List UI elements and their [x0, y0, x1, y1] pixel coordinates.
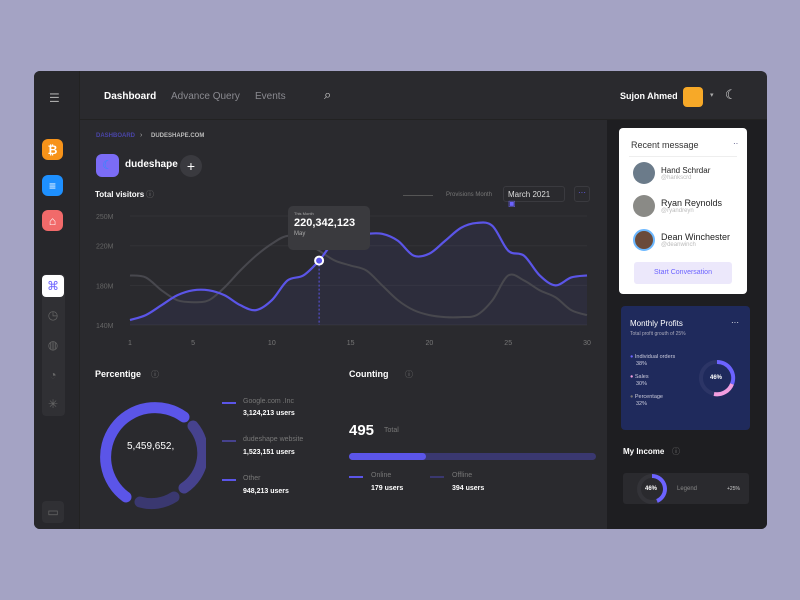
- profits-legend: ● Individual orders 38% ● Sales 30% ● Perc…: [630, 354, 676, 407]
- info-icon[interactable]: ⓘ: [151, 369, 159, 380]
- message-name: Ryan Reynolds: [661, 198, 723, 208]
- donut-segment-dudeshape: [178, 420, 206, 494]
- avatar: [633, 229, 655, 251]
- app-window: ☰ ₿ ≡ ⌂ ⌘ ◷ ◍ ◔ ✳ ▭ Dashboard Advance Qu…: [34, 71, 767, 529]
- counting-total: 495: [349, 422, 375, 439]
- right-panel: Recent message ·· Hand Schrdar @hankscrd …: [607, 120, 767, 529]
- y-tick-label: 180M: [96, 283, 114, 290]
- tooltip-label: This Month: [294, 211, 314, 216]
- x-tick-label: 30: [583, 340, 591, 347]
- legend-other-label: Other: [243, 475, 261, 482]
- percentige-donut: [100, 402, 206, 510]
- income-title: My Income: [623, 447, 665, 456]
- profits-title: Monthly Profits: [630, 319, 683, 328]
- message-handle: @ryandreyn: [661, 208, 694, 214]
- legend-dudeshape-value: 1,523,151 users: [243, 449, 295, 456]
- message-handle: @hankscrd: [661, 174, 692, 181]
- offline-value: 394 users: [452, 485, 485, 492]
- avatar[interactable]: [683, 87, 703, 107]
- monthly-profits-card: Monthly Profits ··· Total profit grouth …: [621, 306, 750, 430]
- legend-label: Individual orders: [634, 354, 676, 360]
- info-icon[interactable]: ⓘ: [405, 369, 413, 380]
- y-tick-label: 220M: [96, 244, 114, 251]
- y-tick-label: 250M: [96, 214, 114, 221]
- message-name: Dean Winchester: [661, 232, 731, 242]
- online-value: 179 users: [371, 485, 404, 492]
- user-name[interactable]: Sujon Ahmed: [620, 91, 678, 101]
- x-tick-label: 25: [504, 340, 512, 347]
- highlight-point: [314, 255, 325, 266]
- x-tick-label: 20: [426, 340, 434, 347]
- profits-subtitle: Total profit grouth of 25%: [630, 331, 686, 337]
- more-icon[interactable]: ···: [731, 318, 739, 327]
- tooltip-value: 220,342,123: [294, 217, 356, 229]
- message-handle: @deanwinch: [661, 242, 696, 248]
- online-label: Online: [371, 472, 392, 479]
- x-tick-label: 15: [347, 340, 355, 347]
- avatar: [633, 195, 655, 217]
- counting-total-label: Total: [384, 427, 399, 434]
- legend-other-value: 948,213 users: [243, 488, 289, 495]
- moon-icon[interactable]: ☾: [725, 87, 737, 103]
- message-item[interactable]: Hand Schrdar @hankscrd: [633, 162, 710, 184]
- legend-dudeshape-label: dudeshape website: [243, 436, 304, 443]
- messages-title: Recent message: [631, 140, 699, 150]
- avatar: [633, 162, 655, 184]
- counting-progress-fill: [349, 453, 426, 460]
- x-tick-label: 10: [268, 340, 276, 347]
- x-tick-label: 5: [191, 340, 195, 347]
- chat-icon[interactable]: ▭: [42, 501, 64, 523]
- chevron-down-icon[interactable]: ▾: [710, 91, 714, 99]
- info-icon[interactable]: ⓘ: [672, 446, 680, 457]
- percentige-title: Percentige: [95, 369, 142, 379]
- loader-icon[interactable]: ✳: [42, 393, 64, 415]
- legend-label: Sales: [634, 374, 649, 380]
- y-tick-label: 140M: [96, 323, 114, 330]
- recent-messages-card: Recent message ·· Hand Schrdar @hankscrd …: [619, 128, 747, 294]
- x-tick-label: 1: [128, 340, 132, 347]
- income-change: +25%: [727, 486, 740, 492]
- more-icon[interactable]: ··: [733, 139, 738, 148]
- legend-google-label: Google.com .Inc: [243, 398, 294, 405]
- profits-center: 46%: [710, 375, 723, 381]
- pie-icon[interactable]: ◔: [42, 364, 64, 386]
- income-card: 46% Legend +25%: [623, 473, 749, 504]
- income-center: 46%: [645, 486, 658, 492]
- message-item[interactable]: Ryan Reynolds @ryandreyn: [633, 195, 722, 217]
- counting-progress: [349, 453, 596, 460]
- donut-segment-other: [134, 491, 180, 510]
- offline-label: Offline: [452, 472, 473, 479]
- legend-value: 32%: [636, 401, 648, 407]
- income-legend: Legend: [677, 486, 698, 492]
- percentige-total: 5,459,652,: [127, 441, 175, 452]
- start-conversation-button[interactable]: Start Conversation: [634, 262, 732, 284]
- message-name: Hand Schrdar: [661, 165, 711, 175]
- legend-value: 38%: [636, 361, 648, 367]
- counting-title: Counting: [349, 369, 389, 379]
- tooltip-sub: May: [294, 231, 306, 237]
- legend-value: 30%: [636, 381, 648, 387]
- donut-segment-google: [100, 402, 190, 503]
- legend-google-value: 3,124,213 users: [243, 410, 295, 417]
- legend-label: Percentage: [634, 394, 663, 400]
- message-item[interactable]: Dean Winchester @deanwinch: [633, 229, 730, 251]
- chart-tooltip: This Month 220,342,123 May: [288, 206, 370, 250]
